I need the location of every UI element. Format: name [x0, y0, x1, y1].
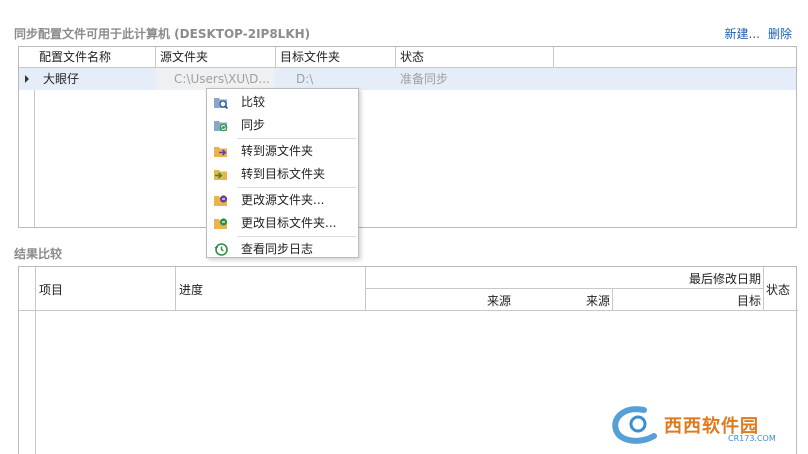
- results-title: 结果比较: [14, 247, 63, 261]
- col-header-status[interactable]: 状态: [766, 281, 790, 298]
- col-header-source[interactable]: 来源: [365, 292, 511, 309]
- sync-profiles-grid: 配置文件名称 源文件夹 目标文件夹 状态 大眼仔 C:\Users\XU\D..…: [18, 46, 797, 228]
- menu-item-label: 查看同步日志: [241, 242, 314, 256]
- new-profile-link[interactable]: 新建...: [725, 25, 760, 42]
- col-header-profile-name[interactable]: 配置文件名称: [35, 47, 156, 68]
- sync-profiles-title: 同步配置文件可用于此计算机 (DESKTOP-2IP8LKH): [14, 27, 311, 41]
- col-header-target[interactable]: 目标文件夹: [276, 47, 396, 68]
- target-folder-cell: D:\: [296, 72, 314, 86]
- context-menu: 比较 同步 转到源文件夹 转到目标文件夹 更改源文件夹... 更改目标文件夹..…: [206, 88, 359, 258]
- folder-change-target-icon: [214, 218, 228, 229]
- menu-item-label: 转到源文件夹: [241, 144, 314, 158]
- delete-profile-link[interactable]: 删除: [768, 25, 792, 42]
- col-header-status[interactable]: 状态: [396, 47, 554, 68]
- col-header-last-modified[interactable]: 最后修改日期: [365, 270, 761, 287]
- menu-separator: [237, 187, 356, 188]
- folder-sync-icon: [214, 121, 228, 132]
- grid-line: [175, 267, 176, 311]
- menu-item-view-log[interactable]: 查看同步日志: [207, 238, 358, 261]
- menu-item-go-source[interactable]: 转到源文件夹: [207, 140, 358, 163]
- grid-line: [19, 310, 798, 311]
- folder-go-source-icon: [214, 147, 227, 157]
- menu-separator: [237, 236, 356, 237]
- menu-item-label: 比较: [241, 95, 266, 109]
- grid-line: [763, 267, 764, 311]
- grid-header: 配置文件名称 源文件夹 目标文件夹 状态: [19, 47, 796, 68]
- folder-search-icon: [214, 98, 229, 110]
- status-cell: 准备同步: [400, 72, 449, 86]
- col-header-source[interactable]: 源文件夹: [156, 47, 276, 68]
- col-header-item[interactable]: 项目: [39, 281, 63, 298]
- col-header-source-2[interactable]: 来源: [511, 292, 610, 309]
- col-header-progress[interactable]: 进度: [179, 281, 203, 298]
- profile-name-cell: 大眼仔: [43, 72, 80, 86]
- menu-item-label: 更改源文件夹...: [241, 193, 325, 207]
- history-clock-icon: [214, 243, 228, 256]
- grid-line: [365, 288, 763, 289]
- table-row[interactable]: 大眼仔 C:\Users\XU\D... D:\ 准备同步: [19, 68, 796, 90]
- menu-separator: [237, 138, 356, 139]
- menu-item-go-target[interactable]: 转到目标文件夹: [207, 163, 358, 186]
- grid-line: [35, 267, 36, 454]
- watermark-subtext: CR173.COM: [728, 434, 776, 443]
- menu-item-change-target[interactable]: 更改目标文件夹...: [207, 212, 358, 235]
- folder-change-source-icon: [214, 195, 228, 206]
- folder-go-target-icon: [214, 170, 227, 180]
- menu-item-label: 同步: [241, 118, 266, 132]
- profile-actions: 新建... 删除: [725, 25, 792, 42]
- menu-item-change-source[interactable]: 更改源文件夹...: [207, 189, 358, 212]
- row-indicator-icon: [25, 75, 29, 83]
- menu-item-compare[interactable]: 比较: [207, 91, 358, 114]
- watermark-logo: 西西软件园 CR173.COM: [608, 402, 794, 446]
- menu-item-label: 更改目标文件夹...: [241, 216, 337, 230]
- menu-item-label: 转到目标文件夹: [241, 167, 326, 181]
- col-header-target[interactable]: 目标: [613, 292, 761, 309]
- source-folder-cell: C:\Users\XU\D...: [156, 68, 274, 90]
- menu-item-sync[interactable]: 同步: [207, 114, 358, 137]
